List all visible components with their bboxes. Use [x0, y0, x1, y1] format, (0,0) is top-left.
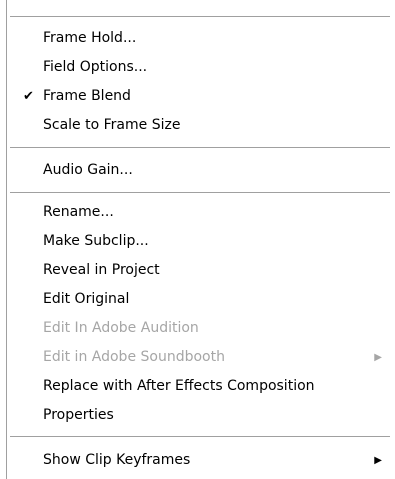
- menu-item-label: Edit In Adobe Audition: [43, 320, 199, 336]
- menu-item-label: Field Options...: [43, 59, 148, 75]
- menu-item-frame-blend[interactable]: ✔ Frame Blend: [0, 82, 395, 111]
- menu-separator: [10, 147, 390, 148]
- checkmark-icon: ✔: [23, 89, 34, 104]
- menu-item-label: Reveal in Project: [43, 262, 160, 278]
- menu-item-label: Replace with After Effects Composition: [43, 378, 315, 394]
- menu-item-label: Edit in Adobe Soundbooth: [43, 349, 225, 365]
- submenu-arrow-icon: ▶: [374, 352, 382, 363]
- menu-item-edit-original[interactable]: Edit Original: [0, 285, 395, 314]
- menu-item-edit-in-adobe-soundbooth: Edit in Adobe Soundbooth ▶: [0, 343, 395, 372]
- menu-item-properties[interactable]: Properties: [0, 401, 395, 430]
- menu-item-replace-with-after-effects-composition[interactable]: Replace with After Effects Composition: [0, 372, 395, 401]
- menu-separator: [10, 436, 390, 437]
- menu-item-frame-hold[interactable]: Frame Hold...: [0, 24, 395, 53]
- menu-item-show-clip-keyframes[interactable]: Show Clip Keyframes ▶: [0, 446, 395, 475]
- menu-item-edit-in-adobe-audition: Edit In Adobe Audition: [0, 314, 395, 343]
- menu-item-label: Properties: [43, 407, 114, 423]
- menu-item-label: Frame Hold...: [43, 30, 137, 46]
- menu-item-make-subclip[interactable]: Make Subclip...: [0, 227, 395, 256]
- submenu-arrow-icon: ▶: [374, 455, 382, 466]
- menu-item-rename[interactable]: Rename...: [0, 198, 395, 227]
- menu-item-label: Show Clip Keyframes: [43, 452, 191, 468]
- context-menu: Frame Hold... Field Options... ✔ Frame B…: [0, 0, 395, 479]
- menu-item-label: Make Subclip...: [43, 233, 149, 249]
- menu-item-label: Scale to Frame Size: [43, 117, 181, 133]
- menu-separator: [10, 16, 390, 17]
- menu-separator: [10, 192, 390, 193]
- menu-item-label: Frame Blend: [43, 88, 131, 104]
- menu-item-label: Audio Gain...: [43, 162, 133, 178]
- menu-item-label: Edit Original: [43, 291, 130, 307]
- menu-item-field-options[interactable]: Field Options...: [0, 53, 395, 82]
- menu-item-audio-gain[interactable]: Audio Gain...: [0, 156, 395, 185]
- menu-item-reveal-in-project[interactable]: Reveal in Project: [0, 256, 395, 285]
- menu-item-scale-to-frame-size[interactable]: Scale to Frame Size: [0, 111, 395, 140]
- menu-item-label: Rename...: [43, 204, 114, 220]
